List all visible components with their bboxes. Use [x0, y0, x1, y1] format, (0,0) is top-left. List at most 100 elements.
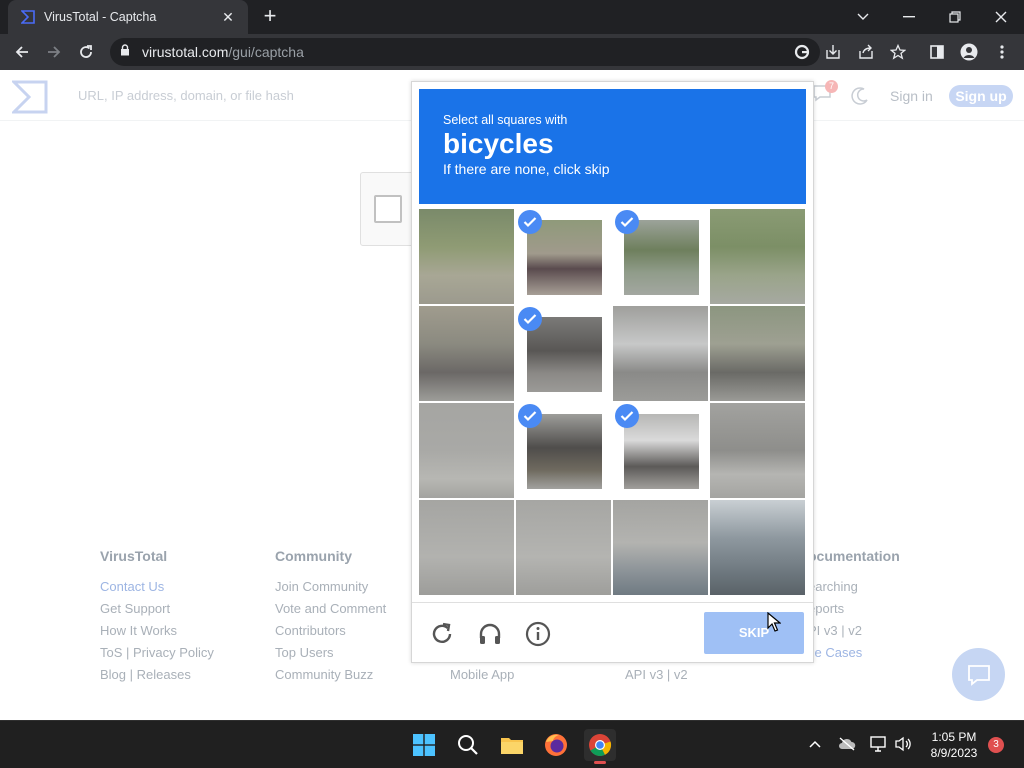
- back-icon[interactable]: [10, 40, 34, 64]
- file-explorer-icon[interactable]: [496, 729, 528, 761]
- footer-link[interactable]: ToS | Privacy Policy: [100, 642, 214, 664]
- footer-link[interactable]: Contact Us: [100, 576, 214, 598]
- address-bar[interactable]: virustotal.com/gui/captcha: [110, 38, 820, 66]
- install-app-icon[interactable]: [821, 40, 845, 64]
- captcha-tile-image: [613, 500, 708, 595]
- info-icon[interactable]: [524, 620, 552, 648]
- footer-link[interactable]: se Cases: [808, 642, 900, 664]
- notifications-icon[interactable]: 7: [812, 80, 838, 106]
- captcha-tile-image: [624, 220, 699, 295]
- dark-mode-icon[interactable]: [850, 86, 870, 106]
- captcha-tile[interactable]: [613, 306, 708, 401]
- footer-link[interactable]: eports: [808, 598, 900, 620]
- footer-link[interactable]: earching: [808, 576, 900, 598]
- chat-icon: [967, 664, 990, 686]
- sign-up-button[interactable]: Sign up: [949, 85, 1013, 107]
- captcha-tile[interactable]: [710, 500, 805, 595]
- cloud-offline-icon[interactable]: [836, 733, 858, 755]
- captcha-tile-image: [527, 317, 602, 392]
- skip-button[interactable]: SKIP: [704, 612, 804, 654]
- chat-support-button[interactable]: [952, 648, 1005, 701]
- footer-link[interactable]: PI v3 | v2: [808, 620, 900, 642]
- new-tab-button[interactable]: +: [258, 5, 282, 29]
- share-icon[interactable]: [854, 40, 878, 64]
- captcha-tile[interactable]: [419, 306, 514, 401]
- browser-tab[interactable]: VirusTotal - Captcha ✕: [8, 0, 248, 34]
- network-icon[interactable]: [868, 733, 890, 755]
- footer-link[interactable]: Community Buzz: [275, 664, 386, 686]
- captcha-tile[interactable]: [710, 306, 805, 401]
- captcha-checkbox[interactable]: [374, 195, 402, 223]
- lock-icon[interactable]: [120, 43, 130, 61]
- captcha-tile[interactable]: [419, 403, 514, 498]
- clock-date: 8/9/2023: [930, 746, 978, 760]
- captcha-tile-image: [419, 403, 514, 498]
- captcha-tile-image: [419, 500, 514, 595]
- captcha-prompt-hint: If there are none, click skip: [443, 161, 610, 177]
- captcha-prompt-line: Select all squares with: [443, 113, 568, 127]
- captcha-tile[interactable]: [613, 403, 708, 498]
- sign-in-link[interactable]: Sign in: [890, 88, 933, 104]
- footer-link[interactable]: Contributors: [275, 620, 386, 642]
- notification-count-badge: 7: [825, 80, 838, 93]
- footer-heading: ocumentation: [808, 548, 900, 564]
- reload-challenge-icon[interactable]: [428, 620, 456, 648]
- system-clock[interactable]: 1:05 PM 8/9/2023: [922, 729, 986, 761]
- menu-kebab-icon[interactable]: [990, 40, 1014, 64]
- show-hidden-icons-chevron-icon[interactable]: [804, 733, 826, 755]
- virustotal-logo-icon[interactable]: [10, 80, 48, 114]
- footer-link[interactable]: How It Works: [100, 620, 214, 642]
- volume-icon[interactable]: [892, 733, 914, 755]
- google-icon[interactable]: [790, 40, 814, 64]
- checkmark-icon: [518, 210, 542, 234]
- footer-link[interactable]: Mobile App: [450, 664, 514, 686]
- checkmark-icon: [615, 210, 639, 234]
- captcha-tile[interactable]: [419, 209, 514, 304]
- forward-icon[interactable]: [42, 40, 66, 64]
- captcha-tile[interactable]: [516, 500, 611, 595]
- firefox-icon[interactable]: [540, 729, 572, 761]
- footer-link[interactable]: API v3 | v2: [625, 664, 688, 686]
- clock-time: 1:05 PM: [931, 730, 977, 744]
- captcha-tile[interactable]: [516, 209, 611, 304]
- restore-icon[interactable]: [932, 0, 978, 34]
- audio-challenge-icon[interactable]: [476, 620, 504, 648]
- captcha-tile[interactable]: [516, 306, 611, 401]
- captcha-prompt-header: Select all squares with bicycles If ther…: [419, 89, 806, 204]
- footer-link[interactable]: Join Community: [275, 576, 386, 598]
- captcha-tile[interactable]: [516, 403, 611, 498]
- chrome-icon[interactable]: [584, 729, 616, 764]
- windows-taskbar: 1:05 PM 8/9/2023 3: [0, 720, 1024, 768]
- close-window-icon[interactable]: [978, 0, 1024, 34]
- captcha-tile[interactable]: [710, 403, 805, 498]
- captcha-tile[interactable]: [613, 209, 708, 304]
- minimize-icon[interactable]: [886, 0, 932, 34]
- search-input[interactable]: URL, IP address, domain, or file hash: [78, 88, 294, 103]
- footer-column-developers: API v3 | v2: [625, 664, 688, 686]
- bookmark-star-icon[interactable]: [886, 40, 910, 64]
- tab-search-icon[interactable]: [840, 0, 886, 34]
- footer-link[interactable]: Vote and Comment: [275, 598, 386, 620]
- mouse-pointer-icon: [767, 611, 782, 637]
- footer-link[interactable]: Get Support: [100, 598, 214, 620]
- captcha-tile[interactable]: [613, 500, 708, 595]
- captcha-tile-image: [624, 414, 699, 489]
- profile-icon[interactable]: [957, 40, 981, 64]
- captcha-tile[interactable]: [710, 209, 805, 304]
- side-panel-icon[interactable]: [925, 40, 949, 64]
- captcha-tile[interactable]: [419, 500, 514, 595]
- search-icon[interactable]: [452, 729, 484, 761]
- windows-start-icon[interactable]: [408, 729, 440, 761]
- reload-icon[interactable]: [74, 40, 98, 64]
- close-tab-icon[interactable]: ✕: [218, 7, 238, 27]
- footer-link[interactable]: Blog | Releases: [100, 664, 214, 686]
- captcha-target-object: bicycles: [443, 128, 554, 159]
- captcha-tile-image: [419, 306, 514, 401]
- notification-center-badge[interactable]: 3: [988, 737, 1004, 753]
- captcha-tile-image: [613, 306, 708, 401]
- checkmark-icon: [615, 404, 639, 428]
- active-app-indicator: [594, 761, 606, 764]
- footer-link[interactable]: Top Users: [275, 642, 386, 664]
- captcha-tile-image: [710, 500, 805, 595]
- browser-toolbar: virustotal.com/gui/captcha: [0, 34, 1024, 70]
